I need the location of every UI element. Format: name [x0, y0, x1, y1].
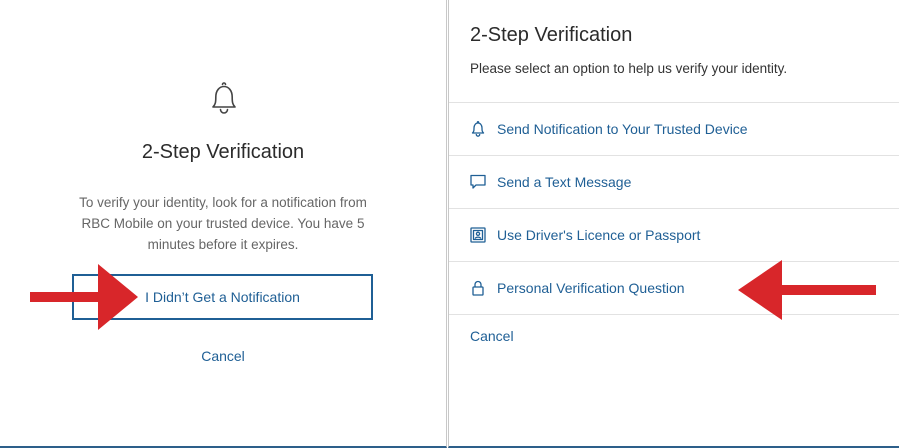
- lock-icon: [469, 279, 487, 297]
- id-card-icon: [469, 226, 487, 244]
- option-label: Send a Text Message: [497, 174, 632, 190]
- option-send-text-message[interactable]: Send a Text Message: [449, 156, 899, 209]
- option-send-notification[interactable]: Send Notification to Your Trusted Device: [449, 103, 899, 156]
- cancel-link[interactable]: Cancel: [0, 348, 446, 364]
- red-arrow-right-annotation: [738, 260, 876, 320]
- verification-options-panel: 2-Step Verification Please select an opt…: [448, 0, 899, 448]
- bell-icon: [205, 80, 243, 118]
- option-label: Send Notification to Your Trusted Device: [497, 121, 748, 137]
- page-subtitle: Please select an option to help us verif…: [470, 61, 788, 76]
- bell-icon: [469, 120, 487, 138]
- instructions-text: To verify your identity, look for a noti…: [79, 195, 367, 252]
- red-arrow-left-annotation: [30, 264, 138, 330]
- option-label: Personal Verification Question: [497, 280, 685, 296]
- page-title: 2-Step Verification: [141, 141, 305, 163]
- cancel-link[interactable]: Cancel: [470, 328, 514, 344]
- option-drivers-licence-passport[interactable]: Use Driver's Licence or Passport: [449, 209, 899, 262]
- notification-panel: 2-Step Verification To verify your ident…: [0, 0, 447, 448]
- chat-bubble-icon: [469, 173, 487, 191]
- option-label: Use Driver's Licence or Passport: [497, 227, 701, 243]
- page-title: 2-Step Verification: [470, 24, 633, 46]
